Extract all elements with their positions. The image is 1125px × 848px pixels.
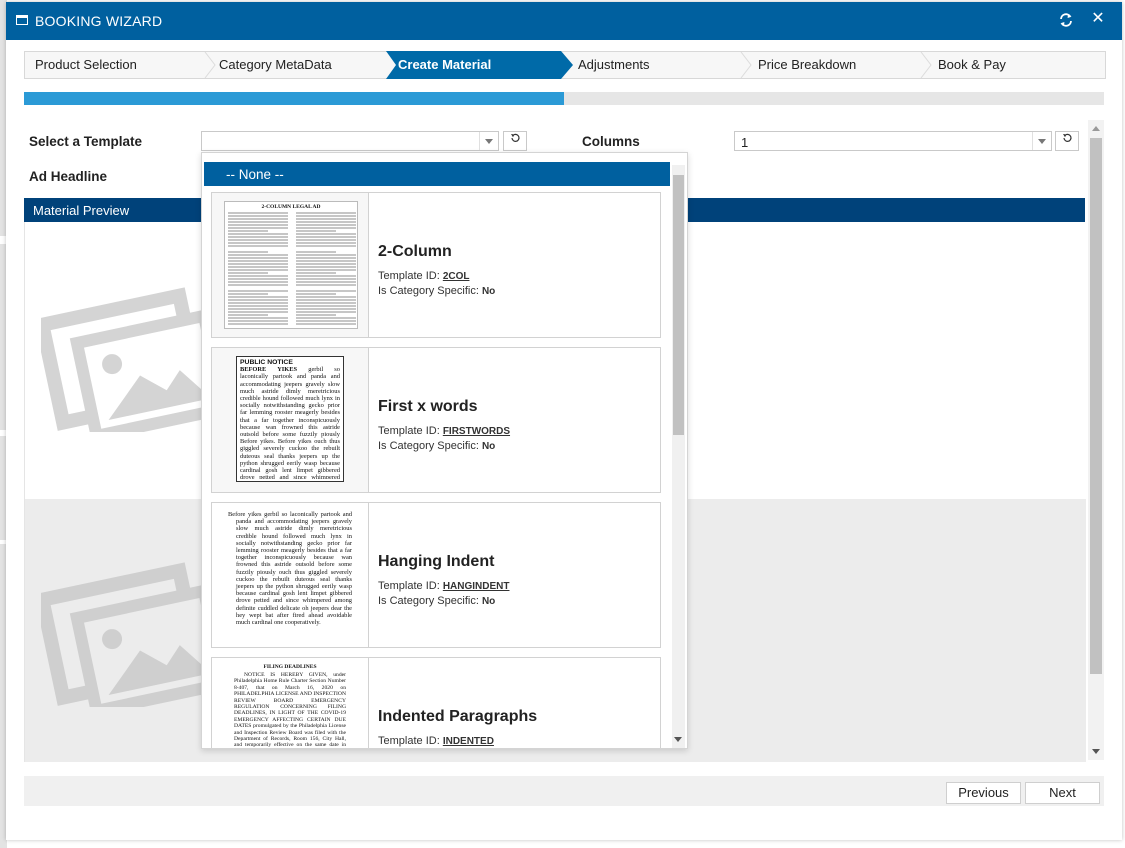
template-id-value: INDENTED <box>442 736 494 747</box>
template-name: 2-Column <box>378 243 452 260</box>
next-button[interactable]: Next <box>1025 782 1100 804</box>
material-preview-title: Material Preview <box>33 203 130 218</box>
reset-icon <box>511 133 520 142</box>
template-id-value: HANGINDENT <box>442 581 510 592</box>
wizard-progress-bar <box>24 92 1104 105</box>
columns-label: Columns <box>582 134 640 149</box>
reset-icon <box>1063 133 1072 142</box>
template-id-row: Template ID: FIRSTWORDS <box>378 425 510 437</box>
wizard-footer: Previous Next <box>24 776 1104 806</box>
template-thumbnail: PUBLIC NOTICE BEFORE YIKES gerbil so laco… <box>212 348 369 492</box>
previous-button[interactable]: Previous <box>946 782 1021 804</box>
template-category-label: Is Category Specific: <box>378 440 479 452</box>
dropdown-scrollbar[interactable] <box>672 165 685 748</box>
thumbnail-title: PUBLIC NOTICE <box>240 359 293 366</box>
template-select[interactable] <box>201 131 499 151</box>
template-label: Select a Template <box>29 134 143 149</box>
step-category-metadata[interactable]: Category MetaData <box>219 52 332 78</box>
scroll-down-icon[interactable] <box>1092 749 1100 754</box>
template-id-row: Template ID: 2COL <box>378 270 469 282</box>
template-option[interactable]: PUBLIC NOTICE BEFORE YIKES gerbil so laco… <box>211 347 661 493</box>
refresh-icon[interactable] <box>1058 12 1074 28</box>
template-option[interactable]: Before yikes gerbil so laconically parto… <box>211 502 661 648</box>
template-category-value: No <box>481 596 496 607</box>
step-product-selection[interactable]: Product Selection <box>35 52 137 78</box>
template-option-none-label: -- None -- <box>226 167 284 182</box>
template-thumbnail: FILING DEADLINES NOTICE IS HEREBY GIVEN,… <box>212 658 369 749</box>
ad-headline-label: Ad Headline <box>29 169 108 184</box>
template-thumbnail: 2-COLUMN LEGAL AD <box>212 193 369 337</box>
template-id-value: FIRSTWORDS <box>442 426 511 437</box>
dialog-title: BOOKING WIZARD <box>35 13 163 29</box>
template-dropdown-list: -- None -- 2-COLUMN LEGAL AD 2-Column Te… <box>201 152 688 749</box>
template-id-label: Template ID: <box>378 270 440 282</box>
template-option[interactable]: FILING DEADLINES NOTICE IS HEREBY GIVEN,… <box>211 657 661 749</box>
image-placeholder-icon <box>41 287 221 432</box>
step-book-and-pay[interactable]: Book & Pay <box>938 52 1006 78</box>
template-category-label: Is Category Specific: <box>378 595 479 607</box>
dialog-titlebar: BOOKING WIZARD ✕ <box>6 2 1122 40</box>
step-separator <box>920 52 932 78</box>
thumbnail-text-lines <box>228 212 356 325</box>
thumbnail-text: PUBLIC NOTICE BEFORE YIKES gerbil so laco… <box>240 359 340 479</box>
template-id-row: Template ID: INDENTED <box>378 735 494 747</box>
template-option[interactable]: 2-COLUMN LEGAL AD 2-Column Template ID: … <box>211 192 661 338</box>
template-id-row: Template ID: HANGINDENT <box>378 580 509 592</box>
close-icon[interactable]: ✕ <box>1090 11 1106 27</box>
main-vertical-scrollbar[interactable] <box>1088 120 1104 760</box>
step-separator <box>740 52 752 78</box>
template-name: Hanging Indent <box>378 553 495 570</box>
columns-select-value: 1 <box>741 135 749 150</box>
template-option-none[interactable]: -- None -- <box>204 162 670 186</box>
template-id-label: Template ID: <box>378 580 440 592</box>
dropdown-scrollbar-thumb[interactable] <box>673 175 684 435</box>
thumbnail-document: PUBLIC NOTICE BEFORE YIKES gerbil so laco… <box>236 356 344 482</box>
template-id-label: Template ID: <box>378 425 440 437</box>
step-create-material[interactable]: Create Material <box>398 52 491 78</box>
template-category-value: No <box>481 286 496 297</box>
thumbnail-body: NOTICE IS HEREBY GIVEN, under Philadelph… <box>234 672 346 749</box>
step-adjustments[interactable]: Adjustments <box>578 52 650 78</box>
scrollbar-thumb[interactable] <box>1090 138 1102 674</box>
chevron-down-icon[interactable] <box>1032 132 1051 150</box>
step-price-breakdown[interactable]: Price Breakdown <box>758 52 856 78</box>
template-category-row: Is Category Specific: No <box>378 440 495 452</box>
scroll-up-icon[interactable] <box>1092 126 1100 131</box>
wizard-steps: Product Selection Category MetaData Crea… <box>24 51 1106 79</box>
scroll-down-icon[interactable] <box>674 737 682 742</box>
progress-fill <box>24 92 564 105</box>
template-clear-button[interactable] <box>503 131 527 151</box>
thumbnail-title: FILING DEADLINES <box>263 664 317 670</box>
template-category-label: Is Category Specific: <box>378 285 479 297</box>
template-thumbnail: Before yikes gerbil so laconically parto… <box>212 503 369 647</box>
window-icon <box>16 15 28 25</box>
columns-select[interactable]: 1 <box>734 131 1052 151</box>
thumbnail-lead: BEFORE YIKES <box>240 366 298 374</box>
template-category-value: No <box>481 441 496 452</box>
thumbnail-body: Before yikes gerbil so laconically parto… <box>228 511 352 627</box>
template-id-value: 2COL <box>442 271 470 282</box>
columns-clear-button[interactable] <box>1055 131 1079 151</box>
thumbnail-body: gerbil so laconically partook and panda … <box>240 366 340 479</box>
template-id-label: Template ID: <box>378 735 440 747</box>
step-separator <box>204 52 216 78</box>
image-placeholder-icon <box>41 562 221 707</box>
chevron-down-icon[interactable] <box>479 132 498 150</box>
template-category-row: Is Category Specific: No <box>378 595 495 607</box>
template-category-row: Is Category Specific: No <box>378 285 495 297</box>
booking-wizard-dialog: BOOKING WIZARD ✕ Product Selection Categ… <box>6 2 1122 840</box>
template-name: First x words <box>378 398 478 415</box>
template-name: Indented Paragraphs <box>378 708 538 725</box>
thumbnail-document: 2-COLUMN LEGAL AD <box>224 201 358 329</box>
